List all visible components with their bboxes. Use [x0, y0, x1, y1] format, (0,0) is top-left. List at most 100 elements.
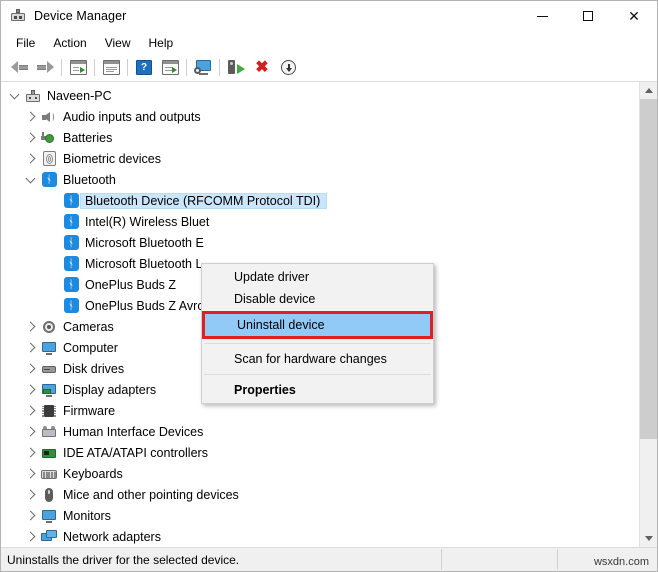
- chevron-right-icon[interactable]: [23, 489, 39, 500]
- chevron-right-icon[interactable]: [23, 447, 39, 458]
- tree-item-icon: ᛀ: [61, 277, 81, 292]
- chevron-right-icon[interactable]: [23, 153, 39, 164]
- status-divider: [557, 549, 558, 570]
- minimize-icon: [536, 15, 548, 17]
- scan-for-hardware-changes-button[interactable]: [190, 56, 216, 79]
- tree-row[interactable]: Human Interface Devices: [1, 421, 639, 442]
- tree-item-icon: [39, 508, 59, 524]
- tree-row[interactable]: Network adapters: [1, 526, 639, 547]
- scrollbar-thumb[interactable]: [640, 99, 657, 439]
- ide-controller-icon: [41, 445, 57, 461]
- tree-item-icon: ᛀ: [61, 298, 81, 313]
- toolbar-separator: [94, 59, 95, 76]
- chevron-down-icon[interactable]: [7, 89, 23, 99]
- context-menu-item[interactable]: Disable device: [202, 288, 433, 310]
- chevron-right-icon[interactable]: [23, 531, 39, 542]
- tree-item-icon: [39, 319, 59, 335]
- minimize-button[interactable]: [519, 1, 565, 31]
- tree-item-label: Display adapters: [63, 382, 157, 397]
- menu-action[interactable]: Action: [44, 34, 95, 52]
- tree-item-icon: [39, 403, 59, 419]
- tree-item-label: Batteries: [63, 130, 113, 145]
- bluetooth-icon: ᛀ: [63, 298, 79, 313]
- tree-item-icon: [39, 130, 59, 146]
- chevron-right-icon[interactable]: [23, 426, 39, 437]
- help-question-icon: ?: [136, 60, 152, 75]
- toolbar: ? ✖: [1, 54, 657, 82]
- forward-button[interactable]: [32, 56, 58, 79]
- context-menu-item[interactable]: Scan for hardware changes: [202, 348, 433, 370]
- enable-device-button[interactable]: [223, 56, 249, 79]
- tree-item-label: Naveen-PC: [47, 88, 112, 103]
- tree-item-label: OnePlus Buds Z Avrcp: [85, 298, 211, 313]
- tree-row[interactable]: IDE ATA/ATAPI controllers: [1, 442, 639, 463]
- help-button[interactable]: ?: [131, 56, 157, 79]
- tree-row[interactable]: ᛀ Bluetooth: [1, 169, 639, 190]
- menu-help[interactable]: Help: [140, 34, 183, 52]
- back-button[interactable]: [6, 56, 32, 79]
- tree-row[interactable]: Audio inputs and outputs: [1, 106, 639, 127]
- menu-file[interactable]: File: [7, 34, 44, 52]
- chevron-right-icon[interactable]: [23, 468, 39, 479]
- context-menu-item[interactable]: Uninstall device: [205, 314, 430, 336]
- tree-row[interactable]: Monitors: [1, 505, 639, 526]
- camera-icon: [41, 319, 57, 335]
- tree-item-label: Microsoft Bluetooth E: [85, 235, 204, 250]
- display-adapter-icon: [41, 382, 57, 398]
- chevron-right-icon[interactable]: [23, 321, 39, 332]
- tree-row[interactable]: ᛀ Microsoft Bluetooth E: [1, 232, 639, 253]
- chevron-right-icon[interactable]: [23, 405, 39, 416]
- enable-device-icon: [227, 60, 245, 75]
- chevron-right-icon[interactable]: [23, 342, 39, 353]
- chevron-right-icon[interactable]: [23, 111, 39, 122]
- tree-item-label: Human Interface Devices: [63, 424, 204, 439]
- close-icon: ✕: [628, 8, 640, 24]
- menu-view[interactable]: View: [96, 34, 140, 52]
- chevron-right-icon[interactable]: [23, 510, 39, 521]
- uninstall-device-button[interactable]: ✖: [249, 56, 275, 79]
- tree-item-icon: [39, 151, 59, 166]
- tree-item-icon: [39, 109, 59, 125]
- tree-row[interactable]: Batteries: [1, 127, 639, 148]
- tree-row[interactable]: Biometric devices: [1, 148, 639, 169]
- device-manager-window: Device Manager ✕ File Action View Help ?…: [0, 0, 658, 572]
- tree-row[interactable]: ᛀ Bluetooth Device (RFCOMM Protocol TDI): [1, 190, 639, 211]
- chevron-right-icon[interactable]: [23, 384, 39, 395]
- show-hide-console-tree-button[interactable]: [65, 56, 91, 79]
- toolbar-separator: [127, 59, 128, 76]
- chevron-down-icon[interactable]: [23, 173, 39, 183]
- bluetooth-icon: ᛀ: [41, 172, 57, 187]
- close-button[interactable]: ✕: [611, 1, 657, 31]
- tree-item-label: Intel(R) Wireless Bluet: [85, 214, 210, 229]
- update-driver-button[interactable]: [157, 56, 183, 79]
- scroll-up-button[interactable]: [640, 82, 657, 99]
- chevron-right-icon[interactable]: [23, 132, 39, 143]
- tree-item-label: Audio inputs and outputs: [63, 109, 201, 124]
- tree-row[interactable]: Naveen-PC: [1, 85, 639, 106]
- tree-item-icon: ᛀ: [61, 193, 81, 208]
- maximize-button[interactable]: [565, 1, 611, 31]
- tree-item-label: Disk drives: [63, 361, 125, 376]
- tree-item-label: Microsoft Bluetooth L: [85, 256, 203, 271]
- chevron-right-icon[interactable]: [23, 363, 39, 374]
- monitor-icon: [41, 508, 57, 524]
- battery-icon: [41, 130, 57, 146]
- speaker-icon: [41, 109, 57, 125]
- firmware-chip-icon: [41, 403, 57, 419]
- install-legacy-hardware-button[interactable]: [275, 56, 301, 79]
- properties-button[interactable]: [98, 56, 124, 79]
- keyboard-icon: [41, 466, 57, 482]
- hid-icon: [41, 424, 57, 440]
- context-menu-item[interactable]: Update driver: [202, 266, 433, 288]
- tree-item-label: Bluetooth: [63, 172, 116, 187]
- watermark: wsxdn.com: [589, 555, 653, 569]
- tree-item-label: Network adapters: [63, 529, 161, 544]
- tree-row[interactable]: Keyboards: [1, 463, 639, 484]
- context-menu-item[interactable]: Properties: [202, 379, 433, 401]
- scroll-down-button[interactable]: [640, 530, 657, 547]
- vertical-scrollbar[interactable]: [639, 82, 657, 547]
- tree-row[interactable]: Mice and other pointing devices: [1, 484, 639, 505]
- context-menu[interactable]: Update driver Disable device Uninstall dev…: [201, 263, 434, 404]
- tree-item-label: Computer: [63, 340, 118, 355]
- tree-row[interactable]: ᛀ Intel(R) Wireless Bluet: [1, 211, 639, 232]
